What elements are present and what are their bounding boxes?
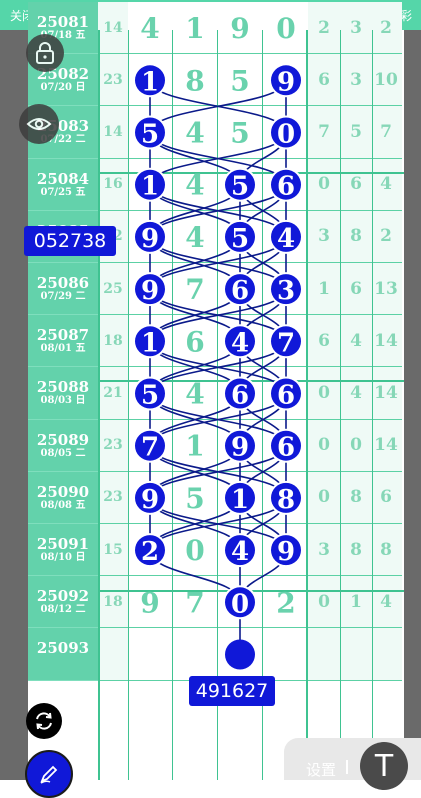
ball-digit: 9 <box>277 67 295 97</box>
number-chip-top: 052738 <box>24 226 116 256</box>
digit-cell: 9 <box>140 586 159 619</box>
ball-digit: 4 <box>231 328 249 358</box>
digit-cell: 7 <box>185 273 204 306</box>
digit-cell: 6 <box>185 325 204 358</box>
trend-line <box>149 341 287 394</box>
digit-cell: 4 <box>185 117 204 150</box>
digit-cell: 5 <box>230 117 249 150</box>
ball-digit: 5 <box>141 381 159 411</box>
number-chip-bottom: 491627 <box>189 676 275 706</box>
ball-digit: 6 <box>231 381 249 411</box>
ball-digit: 6 <box>277 433 295 463</box>
lock-button[interactable] <box>26 34 64 72</box>
ball-digit: 5 <box>231 224 249 254</box>
digit-cell: 0 <box>276 12 295 45</box>
lock-icon <box>36 42 54 64</box>
ball-digit: 9 <box>141 485 159 515</box>
digit-cell: 4 <box>185 378 204 411</box>
ball-digit: 2 <box>141 537 159 567</box>
digit-cell: 8 <box>185 64 204 97</box>
ball-digit: 6 <box>231 276 249 306</box>
eye-icon <box>26 118 52 130</box>
pen-icon <box>40 765 58 784</box>
trend-line <box>149 497 287 551</box>
digit-cell: 1 <box>185 12 204 45</box>
ball-digit: 8 <box>277 485 295 515</box>
digit-cell: 5 <box>230 64 249 97</box>
ball-digit: 5 <box>141 120 159 150</box>
digit-cell: 5 <box>185 482 204 515</box>
trend-line <box>149 184 287 238</box>
digit-cell: 9 <box>230 12 249 45</box>
digit-cell: 4 <box>185 221 204 254</box>
refresh-icon <box>36 712 52 730</box>
trend-line <box>149 236 287 290</box>
ball-digit: 4 <box>231 537 249 567</box>
ball-digit: 9 <box>277 537 295 567</box>
text-tool-button[interactable]: T <box>360 742 408 790</box>
eye-button[interactable] <box>19 104 59 144</box>
ball-digit: 0 <box>231 589 249 619</box>
trend-line <box>149 288 287 342</box>
digit-cell: 7 <box>185 586 204 619</box>
ball-digit: 4 <box>277 224 295 254</box>
ball-digit: 6 <box>277 172 295 202</box>
trend-lines <box>149 80 287 655</box>
ball-digit: 1 <box>231 485 249 515</box>
ball-digit: 9 <box>231 433 249 463</box>
ball-digit: 3 <box>277 276 295 306</box>
ball-digit: 9 <box>141 276 159 306</box>
pending-ball <box>225 639 255 670</box>
ball-digit: 5 <box>231 172 249 202</box>
ball-digit: 7 <box>277 328 295 358</box>
settings-divider <box>346 760 348 774</box>
digit-cell: 4 <box>185 169 204 202</box>
ball-digit: 0 <box>277 120 295 150</box>
settings-button[interactable]: 设置 <box>306 759 336 780</box>
pen-button[interactable] <box>25 750 73 798</box>
trend-line <box>149 393 287 446</box>
trend-line <box>149 132 287 185</box>
ball-digit: 9 <box>141 224 159 254</box>
ball-digit: 1 <box>141 67 159 97</box>
digit-cell: 1 <box>185 430 204 463</box>
ball-digit: 1 <box>141 328 159 358</box>
trend-chart-overlay: 4 1 9 01 8 5 95 4 5 01 4 5 69 4 5 49 7 6 31 6 4 75 4 6 67 1 9 69 5 1 8… <box>133 12 303 670</box>
refresh-button[interactable] <box>26 703 62 739</box>
digit-cell: 2 <box>276 586 295 619</box>
ball-digit: 6 <box>277 381 295 411</box>
trend-line <box>149 80 287 133</box>
digit-cell: 0 <box>185 534 204 567</box>
digit-cell: 4 <box>140 12 159 45</box>
ball-digit: 1 <box>141 172 159 202</box>
ball-digit: 7 <box>141 433 159 463</box>
trend-line <box>149 445 287 499</box>
